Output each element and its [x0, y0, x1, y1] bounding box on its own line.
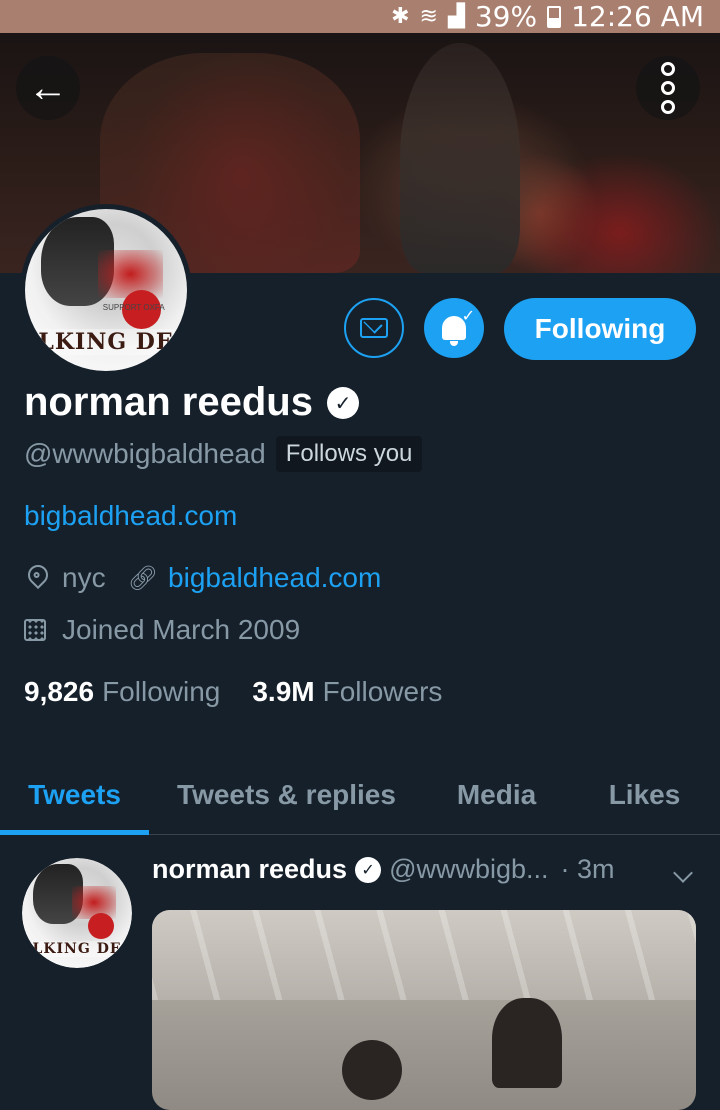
location-pin-icon — [23, 560, 53, 590]
battery-icon — [547, 5, 562, 28]
tab-tweets[interactable]: Tweets — [0, 756, 149, 835]
media-person — [492, 998, 562, 1088]
following-label[interactable]: Following — [102, 676, 220, 708]
check-icon: ✓ — [461, 306, 475, 325]
tab-media[interactable]: Media — [424, 756, 569, 834]
profile-stats: 9,826 Following 3.9M Followers — [24, 676, 466, 708]
profile-name: norman reedus — [24, 380, 313, 424]
followers-label[interactable]: Followers — [323, 676, 443, 708]
bio-link[interactable]: bigbaldhead.com — [24, 500, 237, 532]
tweet-media[interactable] — [152, 910, 696, 1110]
tab-likes[interactable]: Likes — [569, 756, 720, 834]
media-ceiling — [152, 910, 696, 1000]
verified-badge-icon: ✓ — [326, 386, 359, 419]
banner-art-figure — [400, 43, 520, 273]
profile-location: nyc — [62, 562, 106, 593]
profile-name-row: norman reedus ✓ — [24, 380, 359, 425]
tweet-header: norman reedus ✓ @wwwbigb... · 3m — [152, 854, 615, 885]
calendar-icon — [24, 619, 46, 641]
more-options-icon — [661, 62, 675, 114]
verified-badge-icon: ✓ — [355, 856, 382, 883]
more-options-button[interactable] — [636, 56, 700, 120]
clock: 12:26 AM — [571, 0, 704, 33]
message-button[interactable] — [344, 298, 404, 358]
tweet-avatar[interactable]: LKING DE — [22, 858, 132, 968]
profile-joined-row: Joined March 2009 — [24, 614, 300, 646]
tweet-avatar-logo-text: LKING DE — [22, 941, 132, 957]
bluetooth-icon: ✱ — [391, 4, 410, 29]
follows-you-badge: Follows you — [275, 436, 423, 472]
followers-count[interactable]: 3.9M — [252, 676, 314, 708]
avatar-small-text: SUPPORT OXFA — [102, 302, 165, 312]
following-button[interactable]: Following — [504, 298, 696, 360]
chevron-down-icon[interactable] — [673, 863, 693, 883]
notifications-button[interactable]: ✓ — [424, 298, 484, 358]
profile-handle: @wwwbigbaldhead — [24, 438, 266, 469]
profile-meta-row: nyc 🔗︎ bigbaldhead.com — [23, 560, 381, 594]
back-button[interactable]: ← — [16, 56, 80, 120]
status-bar: ✱ ≋ ▟ 39% 12:26 AM — [0, 0, 720, 33]
envelope-icon — [360, 318, 388, 338]
tweet-avatar-image: LKING DE — [22, 858, 132, 968]
tweet-timestamp: · 3m — [560, 854, 615, 884]
wifi-icon: ≋ — [419, 4, 438, 29]
tweet-author-name[interactable]: norman reedus — [152, 854, 347, 885]
profile-joined-date: Joined March 2009 — [62, 614, 301, 645]
battery-percent: 39% — [474, 0, 538, 33]
avatar-image: SUPPORT OXFA LKING DE — [25, 209, 187, 371]
profile-avatar[interactable]: SUPPORT OXFA LKING DE — [20, 204, 192, 376]
following-count[interactable]: 9,826 — [24, 676, 94, 708]
avatar-logo-text: LKING DE — [25, 328, 187, 355]
tab-tweets-replies[interactable]: Tweets & replies — [149, 756, 424, 834]
signal-icon: ▟ — [447, 4, 465, 29]
profile-handle-row: @wwwbigbaldhead Follows you — [24, 436, 423, 472]
tweet-author-handle: @wwwbigb... — [389, 854, 549, 884]
profile-tabs: Tweets Tweets & replies Media Likes — [0, 756, 720, 835]
back-arrow-icon: ← — [28, 65, 68, 110]
media-person-2 — [342, 1040, 402, 1100]
profile-website-link[interactable]: bigbaldhead.com — [168, 562, 381, 594]
link-icon: 🔗︎ — [127, 564, 159, 592]
